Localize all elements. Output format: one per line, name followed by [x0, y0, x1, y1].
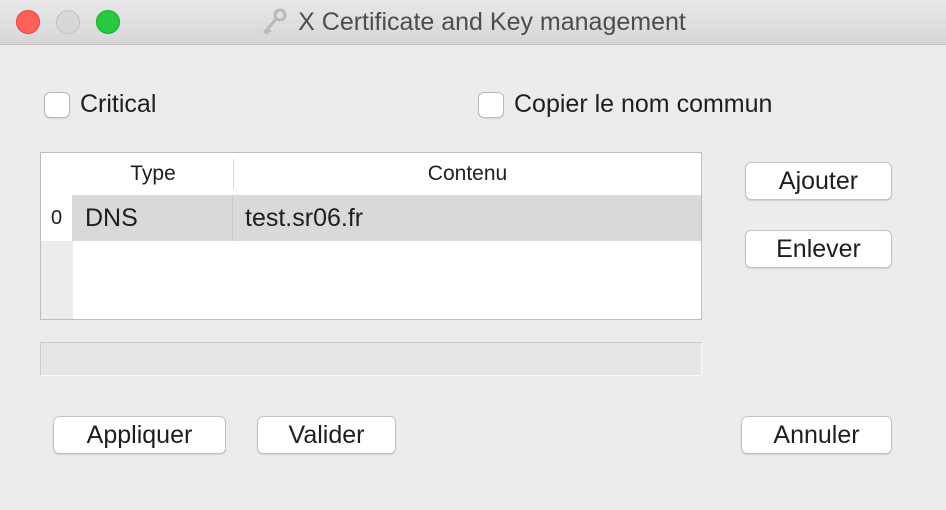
- window-title: X Certificate and Key management: [298, 7, 686, 36]
- value-input[interactable]: [40, 342, 702, 376]
- cell-type[interactable]: DNS: [73, 195, 233, 241]
- window-title-area: X Certificate and Key management: [0, 0, 946, 44]
- column-header-contenu[interactable]: Contenu: [234, 153, 701, 195]
- critical-option[interactable]: Critical: [44, 90, 156, 119]
- critical-checkbox[interactable]: [44, 91, 70, 118]
- remove-button[interactable]: Enlever: [745, 230, 892, 268]
- dialog-window: X Certificate and Key management Critica…: [0, 0, 946, 510]
- copy-common-name-option[interactable]: Copier le nom commun: [478, 90, 772, 119]
- table-row[interactable]: 0 DNS test.sr06.fr: [41, 195, 701, 241]
- add-button[interactable]: Ajouter: [745, 162, 892, 200]
- column-header-type[interactable]: Type: [73, 153, 233, 195]
- copy-common-name-checkbox[interactable]: [478, 91, 504, 118]
- row-header-empty: [41, 241, 73, 319]
- copy-common-name-label: Copier le nom commun: [514, 90, 773, 118]
- validate-button[interactable]: Valider: [257, 416, 396, 454]
- subject-alt-name-table[interactable]: Type Contenu 0 DNS test.sr06.fr: [40, 152, 702, 320]
- certificate-key-icon: [260, 7, 290, 37]
- cancel-button[interactable]: Annuler: [741, 416, 892, 454]
- row-number[interactable]: 0: [41, 195, 73, 241]
- table-header: Type Contenu: [41, 153, 701, 196]
- critical-label: Critical: [80, 90, 157, 118]
- cell-contenu[interactable]: test.sr06.fr: [233, 195, 701, 241]
- apply-button[interactable]: Appliquer: [53, 416, 226, 454]
- title-bar: X Certificate and Key management: [0, 0, 946, 45]
